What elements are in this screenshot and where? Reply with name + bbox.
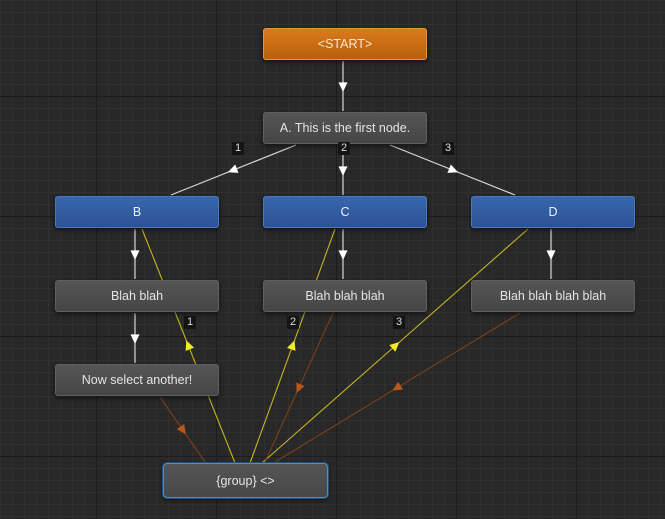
node-c-label: C bbox=[340, 205, 350, 219]
start-node[interactable]: <START> bbox=[263, 28, 427, 60]
node-a-label: A. This is the first node. bbox=[279, 121, 411, 135]
node-blah-blah-label: Blah blah bbox=[110, 289, 164, 303]
edge-label-a-to-d: 3 bbox=[442, 142, 454, 155]
node-b[interactable]: B bbox=[55, 196, 219, 228]
edge-group-to-c-arrow-icon bbox=[287, 340, 296, 351]
node-d[interactable]: D bbox=[471, 196, 635, 228]
edge-b-to-blah-blah-arrow-icon bbox=[130, 250, 140, 260]
node-now-select-another-label: Now select another! bbox=[81, 373, 193, 387]
node-now-select-another[interactable]: Now select another! bbox=[55, 364, 219, 396]
node-d-label: D bbox=[548, 205, 558, 219]
edge-label-group-to-c: 2 bbox=[287, 316, 299, 329]
edge-blah-blah-to-now-select-arrow-icon bbox=[130, 334, 140, 344]
edge-label-a-to-c: 2 bbox=[338, 142, 350, 155]
edge-c-to-blah-blah-blah-arrow-icon bbox=[338, 250, 348, 260]
edge-label-a-to-b: 1 bbox=[232, 142, 244, 155]
node-blah-blah[interactable]: Blah blah bbox=[55, 280, 219, 312]
node-blah-blah-blah-label: Blah blah blah bbox=[305, 289, 385, 303]
edge-label-group-to-b: 1 bbox=[184, 316, 196, 329]
edge-a-to-c-arrow-icon bbox=[338, 166, 348, 176]
node-a[interactable]: A. This is the first node. bbox=[263, 112, 427, 144]
edge-now-select-to-group-arrow-icon bbox=[176, 423, 186, 435]
edge-d-to-blah-blah-blah-blah-arrow-icon bbox=[546, 250, 556, 260]
start-node-label: <START> bbox=[317, 37, 373, 51]
edge-label-group-to-d: 3 bbox=[393, 316, 405, 329]
group-node-label: {group} <> bbox=[216, 473, 275, 488]
node-c[interactable]: C bbox=[263, 196, 427, 228]
node-blah-blah-blah-blah-label: Blah blah blah blah bbox=[499, 289, 607, 303]
node-b-label: B bbox=[132, 205, 142, 219]
connections-layer bbox=[130, 61, 556, 464]
node-blah-blah-blah[interactable]: Blah blah blah bbox=[263, 280, 427, 312]
node-blah-blah-blah-blah[interactable]: Blah blah blah blah bbox=[471, 280, 635, 312]
edge-start-to-a-arrow-icon bbox=[338, 82, 348, 92]
edge-blah-blah-blah-blah-to-group-arrow-icon bbox=[392, 381, 403, 391]
group-node[interactable]: {group} <> bbox=[163, 463, 328, 498]
